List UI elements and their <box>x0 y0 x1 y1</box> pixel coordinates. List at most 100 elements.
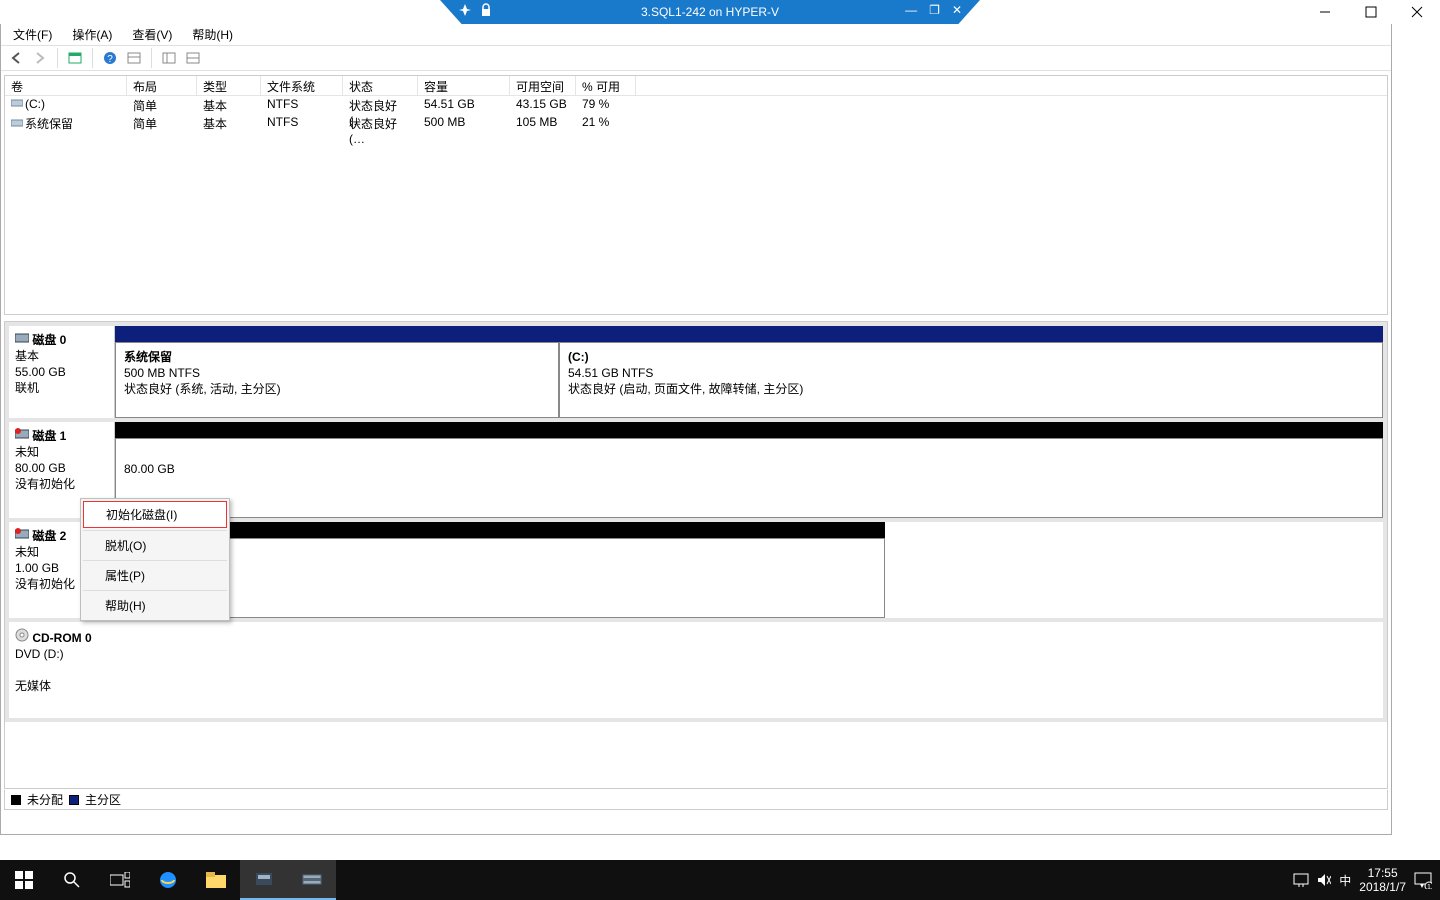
volume-free: 105 MB <box>510 114 576 132</box>
pin-icon[interactable] <box>458 3 472 17</box>
help-button[interactable]: ? <box>99 47 121 69</box>
partition-line2: 状态良好 (启动, 页面文件, 故障转储, 主分区) <box>568 382 803 396</box>
taskbar-disk-management[interactable] <box>288 860 336 900</box>
col-layout[interactable]: 布局 <box>127 76 197 95</box>
partition-line1: 80.00 GB <box>124 462 175 476</box>
toolbar-btn-3[interactable] <box>158 47 180 69</box>
col-status[interactable]: 状态 <box>343 76 418 95</box>
disk-label: 磁盘 0 基本 55.00 GB 联机 <box>9 326 115 418</box>
ctx-properties[interactable]: 属性(P) <box>83 563 227 588</box>
col-type[interactable]: 类型 <box>197 76 261 95</box>
ctx-help[interactable]: 帮助(H) <box>83 593 227 618</box>
col-capacity[interactable]: 容量 <box>418 76 510 95</box>
disk-line2: 1.00 GB <box>15 561 59 575</box>
svg-text:1: 1 <box>1427 884 1431 889</box>
volume-name: 系统保留 <box>25 117 73 131</box>
disk-line1: 未知 <box>15 545 39 559</box>
partition-title: (C:) <box>568 350 589 364</box>
cdrom-icon <box>15 628 29 642</box>
tray-clock[interactable]: 17:55 2018/1/7 <box>1359 866 1406 894</box>
volume-row[interactable]: 系统保留 简单 基本 NTFS 状态良好 (… 500 MB 105 MB 21… <box>5 114 1387 132</box>
partition-stripe <box>559 326 1383 342</box>
disk-row[interactable]: CD-ROM 0 DVD (D:) 无媒体 <box>5 622 1387 722</box>
taskbar[interactable]: 中 17:55 2018/1/7 1 <box>0 860 1440 900</box>
svg-text:?: ? <box>107 54 113 65</box>
tray-volume-icon[interactable] <box>1317 873 1331 887</box>
toolbar-btn-1[interactable] <box>64 47 86 69</box>
partition-line1: 500 MB NTFS <box>124 366 200 380</box>
toolbar-btn-4[interactable] <box>182 47 204 69</box>
disk-title: CD-ROM 0 <box>32 631 91 645</box>
menubar[interactable]: 文件(F) 操作(A) 查看(V) 帮助(H) <box>1 23 1391 45</box>
col-pct[interactable]: % 可用 <box>576 76 636 95</box>
volume-layout: 简单 <box>127 114 197 132</box>
partition-box[interactable]: 80.00 GB <box>115 438 1383 518</box>
hyperv-title: 3.SQL1-242 on HYPER-V <box>641 5 779 19</box>
vm-close-icon[interactable]: ✕ <box>952 3 962 17</box>
menu-help[interactable]: 帮助(H) <box>182 24 243 45</box>
window-minimize-button[interactable] <box>1302 0 1348 24</box>
forward-button[interactable] <box>29 47 51 69</box>
window-close-button[interactable] <box>1394 0 1440 24</box>
volume-row[interactable]: (C:) 简单 基本 NTFS 状态良好 (… 54.51 GB 43.15 G… <box>5 96 1387 114</box>
toolbar-btn-2[interactable] <box>123 47 145 69</box>
partition-title: 系统保留 <box>124 350 172 364</box>
legend-primary: 主分区 <box>85 791 121 808</box>
menu-view[interactable]: 查看(V) <box>122 24 182 45</box>
legend-swatch-unallocated <box>11 795 21 805</box>
context-menu[interactable]: 初始化磁盘(I) 脱机(O) 属性(P) 帮助(H) <box>80 498 230 621</box>
partition-box[interactable]: (C:) 54.51 GB NTFS 状态良好 (启动, 页面文件, 故障转储,… <box>559 342 1383 418</box>
volume-fs: NTFS <box>261 114 343 132</box>
disk-line3: 没有初始化 <box>15 577 75 591</box>
action-center-icon[interactable]: 1 <box>1414 871 1432 889</box>
legend: 未分配 主分区 <box>4 790 1388 810</box>
volume-layout: 简单 <box>127 96 197 114</box>
disk-label: CD-ROM 0 DVD (D:) 无媒体 <box>9 622 115 718</box>
legend-swatch-primary <box>69 795 79 805</box>
menu-action[interactable]: 操作(A) <box>62 24 122 45</box>
taskbar-explorer[interactable] <box>192 860 240 900</box>
volume-status: 状态良好 (… <box>343 96 418 114</box>
partition-stripe <box>115 326 559 342</box>
ctx-offline[interactable]: 脱机(O) <box>83 533 227 558</box>
start-button[interactable] <box>0 860 48 900</box>
taskbar-ie[interactable] <box>144 860 192 900</box>
hyperv-titlebar[interactable]: 3.SQL1-242 on HYPER-V — ❐ ✕ <box>440 0 980 24</box>
search-button[interactable] <box>48 860 96 900</box>
vm-restore-icon[interactable]: ❐ <box>929 3 940 17</box>
col-volume[interactable]: 卷 <box>5 76 127 95</box>
disk-line1: 基本 <box>15 349 39 363</box>
lock-icon[interactable] <box>480 3 492 17</box>
volume-header-row: 卷 布局 类型 文件系统 状态 容量 可用空间 % 可用 <box>5 76 1387 96</box>
vm-minimize-icon[interactable]: — <box>905 3 917 17</box>
volume-list[interactable]: 卷 布局 类型 文件系统 状态 容量 可用空间 % 可用 (C:) 简单 基本 … <box>4 75 1388 315</box>
volume-capacity: 54.51 GB <box>418 96 510 114</box>
partition-box[interactable]: 系统保留 500 MB NTFS 状态良好 (系统, 活动, 主分区) <box>115 342 559 418</box>
ctx-initialize-disk[interactable]: 初始化磁盘(I) <box>83 501 227 528</box>
volume-name: (C:) <box>25 97 45 111</box>
disk-title: 磁盘 0 <box>32 333 66 347</box>
disk-row[interactable]: 磁盘 0 基本 55.00 GB 联机 系统保留 500 MB NTFS 状态良… <box>5 322 1387 422</box>
partition-box[interactable]: 未分配 <box>115 538 885 618</box>
tray-date: 2018/1/7 <box>1359 880 1406 894</box>
tray-network-icon[interactable] <box>1293 873 1309 887</box>
window-maximize-button[interactable] <box>1348 0 1394 24</box>
partition-stripe <box>115 522 885 538</box>
system-tray[interactable]: 中 17:55 2018/1/7 1 <box>1285 866 1440 894</box>
partition-line2: 状态良好 (系统, 活动, 主分区) <box>124 382 281 396</box>
tray-ime[interactable]: 中 <box>1339 872 1351 889</box>
col-free[interactable]: 可用空间 <box>510 76 576 95</box>
back-button[interactable] <box>5 47 27 69</box>
disk-line3: 无媒体 <box>15 679 51 693</box>
volume-type: 基本 <box>197 114 261 132</box>
tray-time: 17:55 <box>1359 866 1406 880</box>
volume-pct: 21 % <box>576 114 636 132</box>
toolbar: ? <box>1 45 1391 71</box>
disk-warning-icon <box>15 528 29 540</box>
taskview-button[interactable] <box>96 860 144 900</box>
outer-titlebar: 3.SQL1-242 on HYPER-V — ❐ ✕ <box>0 0 1440 24</box>
menu-file[interactable]: 文件(F) <box>3 24 62 45</box>
col-fs[interactable]: 文件系统 <box>261 76 343 95</box>
drive-icon <box>11 117 23 129</box>
taskbar-server-manager[interactable] <box>240 860 288 900</box>
